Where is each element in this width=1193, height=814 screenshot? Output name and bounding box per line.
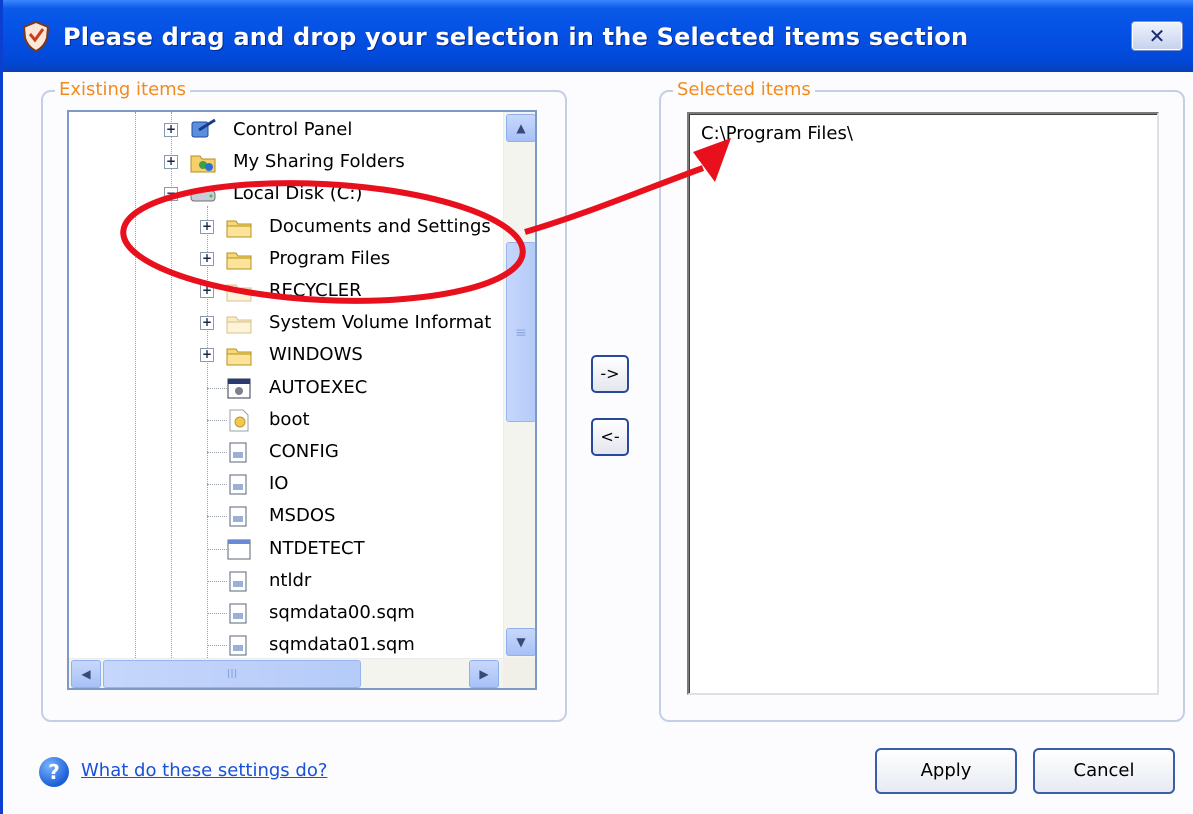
horizontal-scroll-thumb[interactable]: III xyxy=(103,660,361,688)
remove-from-selected-button[interactable]: <- xyxy=(591,418,629,456)
thumb-grip: ≡ xyxy=(515,325,527,341)
system-file-icon xyxy=(229,506,247,527)
help-icon[interactable]: ? xyxy=(39,757,69,787)
tree-expander[interactable]: + xyxy=(200,219,214,234)
tree-item-label[interactable]: WINDOWS xyxy=(269,343,363,367)
tree-item-label[interactable]: Control Panel xyxy=(233,118,352,142)
tree-guide-line xyxy=(135,112,136,658)
disk-icon xyxy=(190,190,216,202)
tree-connector xyxy=(207,484,227,486)
tree-item-label[interactable]: MSDOS xyxy=(269,504,335,528)
selected-items-list[interactable]: C:\Program Files\ xyxy=(687,112,1159,695)
tree-item-label[interactable]: sqmdata00.sqm xyxy=(269,601,415,625)
title-bar[interactable]: Please drag and drop your selection in t… xyxy=(3,0,1193,72)
existing-items-tree[interactable]: + Control Panel + My Sharing Folders − Local … xyxy=(67,110,537,690)
tree-connector xyxy=(207,516,227,518)
scroll-up-button[interactable]: ▲ xyxy=(506,114,535,142)
tree-item-label[interactable]: CONFIG xyxy=(269,440,339,464)
vertical-scroll-thumb[interactable]: ≡ xyxy=(506,242,535,422)
tree-expander[interactable]: + xyxy=(164,123,178,137)
tree-expander[interactable]: + xyxy=(164,155,178,170)
tree-item-label[interactable]: System Volume Informat xyxy=(269,311,491,335)
system-file-icon xyxy=(229,474,247,495)
folder-icon xyxy=(226,252,252,270)
vertical-scrollbar[interactable]: ▲ ≡ ▼ xyxy=(503,112,535,658)
scroll-right-button[interactable]: ▶ xyxy=(469,660,499,688)
control-panel-icon xyxy=(191,118,216,138)
tree-expander[interactable]: + xyxy=(200,251,214,266)
sharing-folder-icon xyxy=(190,155,216,173)
tree-expander[interactable]: + xyxy=(200,348,214,363)
tree-connector xyxy=(207,548,227,550)
folder-icon xyxy=(226,348,252,366)
selected-item[interactable]: C:\Program Files\ xyxy=(701,122,853,146)
tree-item-label[interactable]: My Sharing Folders xyxy=(233,150,405,174)
tree-item-label[interactable]: boot xyxy=(269,408,310,432)
tree-connector xyxy=(207,613,227,614)
tree-expander[interactable]: + xyxy=(200,316,214,331)
tree-connector xyxy=(207,580,227,582)
close-button[interactable]: ✕ xyxy=(1132,22,1182,50)
cancel-button[interactable]: Cancel xyxy=(1033,748,1175,794)
tree-connector xyxy=(207,419,227,421)
system-file-icon xyxy=(229,603,247,624)
folder-icon xyxy=(226,220,252,238)
settings-file-icon xyxy=(229,409,249,432)
tree-item-label[interactable]: IO xyxy=(269,472,288,496)
tree-connector xyxy=(207,387,227,389)
tree-expander[interactable]: + xyxy=(200,284,214,298)
apply-button[interactable]: Apply xyxy=(875,748,1017,794)
scroll-corner xyxy=(503,658,535,688)
thumb-grip: III xyxy=(226,667,238,681)
tree-item-label[interactable]: ntldr xyxy=(269,569,311,593)
tree-item-label[interactable]: NTDETECT xyxy=(269,537,365,561)
folder-faded-icon xyxy=(226,284,252,302)
scroll-down-button[interactable]: ▼ xyxy=(506,628,535,656)
existing-items-legend: Existing items xyxy=(55,78,191,102)
system-file-icon xyxy=(229,571,247,592)
tree-expander[interactable]: − xyxy=(164,187,178,202)
system-file-icon xyxy=(229,442,247,463)
scroll-left-button[interactable]: ◀ xyxy=(71,660,101,688)
system-file-icon xyxy=(229,635,247,656)
help-link[interactable]: What do these settings do? xyxy=(81,758,327,784)
window-title: Please drag and drop your selection in t… xyxy=(63,23,969,51)
selected-items-legend: Selected items xyxy=(673,78,815,102)
tree-connector xyxy=(207,452,227,453)
tree-guide-line xyxy=(207,206,208,658)
tree-item-label[interactable]: Local Disk (C:) xyxy=(233,182,362,206)
horizontal-scrollbar[interactable]: ◀ III ▶ xyxy=(69,658,503,688)
tree-item-label[interactable]: Program Files xyxy=(269,247,390,271)
folder-faded-icon xyxy=(226,316,252,334)
shield-app-icon xyxy=(22,20,50,52)
add-to-selected-button[interactable]: -> xyxy=(591,355,629,393)
tree-viewport[interactable]: + Control Panel + My Sharing Folders − Local … xyxy=(69,112,503,658)
application-file-icon xyxy=(227,539,251,560)
tree-item-label[interactable]: AUTOEXEC xyxy=(269,376,367,400)
dialog-window: Please drag and drop your selection in t… xyxy=(0,0,1193,814)
tree-item-label[interactable]: RECYCLER xyxy=(269,279,362,303)
tree-item-label[interactable]: Documents and Settings xyxy=(269,215,491,239)
tree-item-label[interactable]: sqmdata01.sqm xyxy=(269,633,415,657)
tree-connector xyxy=(207,645,227,647)
batch-file-icon xyxy=(227,378,251,399)
